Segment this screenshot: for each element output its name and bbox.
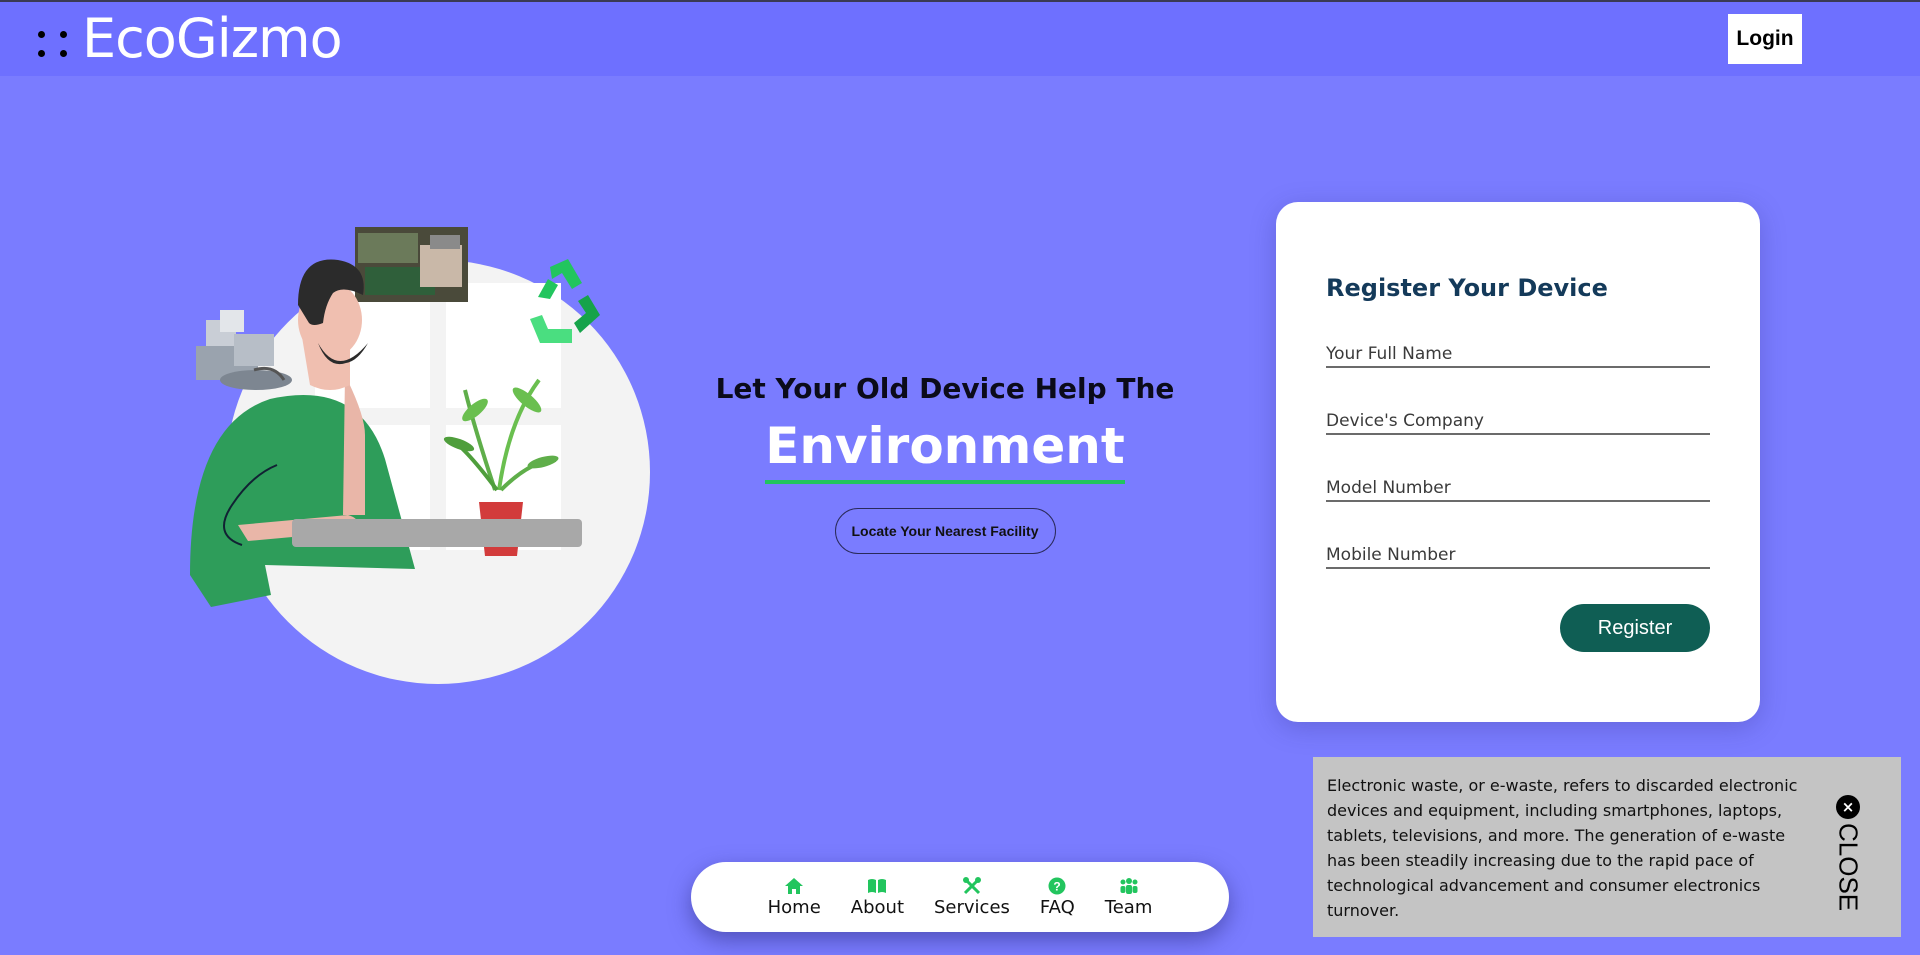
info-panel: Electronic waste, or e-waste, refers to … (1313, 757, 1901, 937)
hero: Let Your Old Device Help The Environment… (700, 372, 1190, 554)
brand-name: EcoGizmo (82, 7, 343, 70)
nav-item-faq[interactable]: ? FAQ (1040, 877, 1075, 918)
hero-illustration (190, 227, 650, 684)
register-button[interactable]: Register (1560, 604, 1710, 652)
close-button[interactable]: × CLOSE (1833, 795, 1864, 911)
device-company-input[interactable] (1326, 411, 1710, 431)
nav-item-label: Team (1104, 896, 1153, 918)
model-field (1326, 478, 1710, 502)
hero-highlight-wrap: Environment (700, 405, 1190, 484)
hero-highlight: Environment (765, 419, 1125, 484)
nav-item-about[interactable]: About (851, 877, 904, 918)
nav-item-label: About (850, 896, 904, 918)
tools-icon (962, 876, 981, 894)
mobile-number-input[interactable] (1326, 545, 1710, 565)
info-text: Electronic waste, or e-waste, refers to … (1327, 776, 1798, 920)
team-icon (1120, 877, 1138, 894)
nav-item-label: Home (767, 896, 821, 918)
nav-item-label: Services (934, 896, 1010, 918)
book-icon (868, 878, 887, 893)
full-name-input[interactable] (1326, 344, 1710, 364)
nav-item-services[interactable]: Services (934, 876, 1010, 918)
close-icon[interactable]: × (1836, 795, 1860, 819)
ewaste-photo (355, 227, 468, 302)
nav-item-team[interactable]: Team (1104, 877, 1153, 918)
nav-item-home[interactable]: Home (768, 877, 821, 918)
header: EcoGizmo Login (0, 2, 1920, 76)
home-icon (785, 877, 804, 894)
login-button[interactable]: Login (1728, 14, 1802, 64)
model-number-input[interactable] (1326, 478, 1710, 498)
hero-headline: Let Your Old Device Help The (715, 372, 1175, 405)
mobile-field (1326, 545, 1710, 569)
company-field (1326, 411, 1710, 435)
register-card: Register Your Device Register (1276, 202, 1760, 722)
register-title: Register Your Device (1326, 274, 1608, 302)
question-icon: ? (1048, 877, 1066, 894)
bottom-nav: Home About Services ? FAQ Team (691, 862, 1229, 932)
brand[interactable]: EcoGizmo (36, 6, 343, 72)
nav-item-label: FAQ (1039, 896, 1075, 918)
desk (292, 519, 582, 547)
close-label[interactable]: CLOSE (1833, 823, 1864, 911)
locate-facility-button[interactable]: Locate Your Nearest Facility (834, 508, 1056, 554)
full-name-field (1326, 344, 1710, 368)
svg-text:?: ? (1054, 879, 1061, 893)
logo-dots-icon (36, 19, 76, 59)
